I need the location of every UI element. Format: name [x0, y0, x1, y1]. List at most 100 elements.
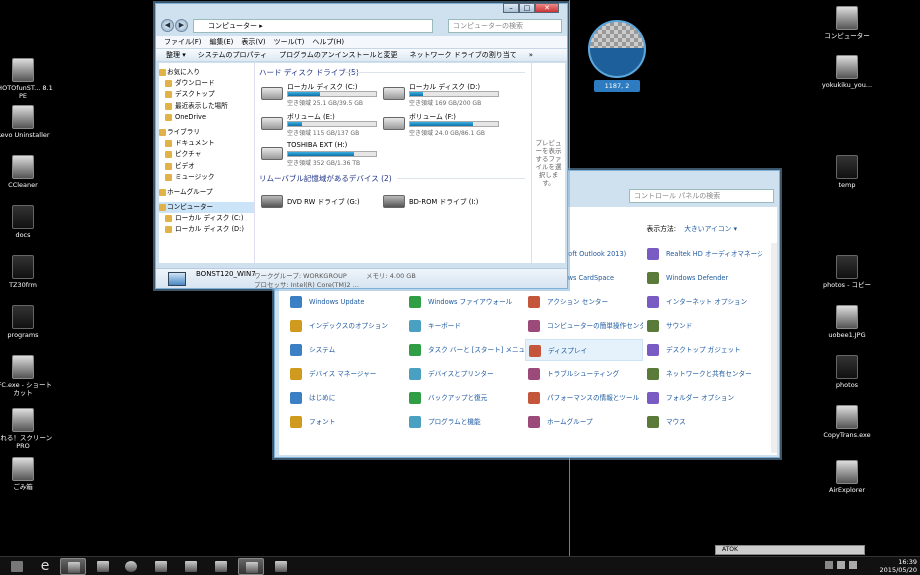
cp-item[interactable]: ホームグループ: [525, 411, 643, 433]
nav-item[interactable]: ホームグループ: [159, 187, 254, 198]
desktop-icon[interactable]: FFC.exe - ショートカット: [0, 355, 53, 397]
toolbar-button[interactable]: ネットワーク ドライブの割り当て: [410, 49, 517, 61]
toolbar-button[interactable]: 整理 ▾: [166, 49, 186, 61]
close-button[interactable]: ✕: [535, 3, 559, 13]
removable-section-header[interactable]: リムーバブル記憶域があるデバイス (2): [259, 173, 392, 184]
cp-item[interactable]: パフォーマンスの情報とツール: [525, 387, 643, 409]
cp-item[interactable]: はじめに: [287, 387, 405, 409]
desktop-icon[interactable]: temp: [817, 155, 877, 189]
desktop-icon[interactable]: photos - コピー: [817, 255, 877, 289]
start-button[interactable]: [4, 558, 30, 575]
cp-item[interactable]: システム: [287, 339, 405, 361]
forward-button[interactable]: ▶: [175, 19, 188, 32]
cp-item[interactable]: バックアップと復元: [406, 387, 524, 409]
nav-item[interactable]: ピクチャ: [159, 149, 254, 160]
app-taskbar-button[interactable]: [148, 558, 174, 575]
desktop-icon[interactable]: photos: [817, 355, 877, 389]
clock[interactable]: 16:39 2015/05/20: [880, 558, 917, 574]
desktop-icon[interactable]: CCleaner: [0, 155, 53, 189]
menu-item[interactable]: 編集(E): [210, 36, 234, 48]
nav-item[interactable]: ビデオ: [159, 161, 254, 172]
nav-item[interactable]: ダウンロード: [159, 78, 254, 89]
desktop-icon[interactable]: AirExplorer: [817, 460, 877, 494]
cp-item[interactable]: キーボード: [406, 315, 524, 337]
cp-item[interactable]: デスクトップ ガジェット: [644, 339, 762, 361]
desktop-icon[interactable]: TZ30frm: [0, 255, 53, 289]
desktop-icon[interactable]: yokukiku_you...: [817, 55, 877, 89]
cp-scrollbar[interactable]: [771, 243, 777, 453]
tray-arrow-icon[interactable]: [825, 561, 833, 569]
cp-item[interactable]: Windows Defender: [644, 267, 762, 289]
app-taskbar-button[interactable]: [118, 558, 144, 575]
cp-item[interactable]: フォント: [287, 411, 405, 433]
cp-search-input[interactable]: コントロール パネルの検索: [629, 189, 774, 203]
drive-item[interactable]: ボリューム (E:) 空き領域 115 GB/137 GB: [261, 111, 379, 137]
minimize-button[interactable]: –: [503, 3, 519, 13]
network-icon[interactable]: [837, 561, 845, 569]
toolbar-button[interactable]: システムのプロパティ: [198, 49, 267, 61]
desktop-icon[interactable]: とれる！スクリーンPRO: [0, 408, 53, 450]
nav-item[interactable]: コンピューター: [159, 202, 254, 214]
cp-item[interactable]: サウンド: [644, 315, 762, 337]
cp-item[interactable]: Realtek HD オーディオマネージャ: [644, 243, 762, 265]
cp-item[interactable]: デバイス マネージャー: [287, 363, 405, 385]
nav-item[interactable]: ローカル ディスク (C:): [159, 213, 254, 224]
cp-item[interactable]: ネットワークと共有センター: [644, 363, 762, 385]
menu-item[interactable]: ファイル(F): [164, 36, 202, 48]
media-player-taskbar-button[interactable]: [90, 558, 116, 575]
desktop-icon[interactable]: docs: [0, 205, 53, 239]
view-mode[interactable]: 表示方法: 大きいアイコン ▾: [647, 223, 737, 233]
drive-item[interactable]: TOSHIBA EXT (H:) 空き領域 352 GB/1.36 TB: [261, 141, 379, 167]
cp-item[interactable]: ディスプレイ: [525, 339, 643, 361]
ie-taskbar-button[interactable]: e: [32, 558, 58, 575]
desktop-icon[interactable]: uobee1.JPG: [817, 305, 877, 339]
menu-item[interactable]: ヘルプ(H): [312, 36, 344, 48]
desktop-icon[interactable]: コンピューター: [817, 6, 877, 40]
explorer-window[interactable]: – □ ✕ ◀ ▶ コンピューター ▸ コンピューターの検索 ファイル(F) 編集…: [155, 3, 568, 289]
nav-item[interactable]: お気に入り: [159, 67, 254, 78]
maximize-button[interactable]: □: [519, 3, 535, 13]
cp-item[interactable]: インデックスのオプション: [287, 315, 405, 337]
cp-item[interactable]: フォルダー オプション: [644, 387, 762, 409]
hdd-section-header[interactable]: ハード ディスク ドライブ (5): [259, 67, 359, 78]
cp-item[interactable]: トラブルシューティング: [525, 363, 643, 385]
address-bar[interactable]: コンピューター ▸: [193, 19, 433, 33]
desktop-icon[interactable]: ごみ箱: [0, 457, 53, 491]
cp-item[interactable]: タスク バーと [スタート] メニュー: [406, 339, 524, 361]
explorer-taskbar-button[interactable]: [60, 558, 86, 575]
removable-drive-item[interactable]: BD-ROM ドライブ (I:): [383, 189, 501, 215]
control-panel-taskbar-button[interactable]: [238, 558, 264, 575]
search-input[interactable]: コンピューターの検索: [448, 19, 562, 33]
nav-item[interactable]: ドキュメント: [159, 138, 254, 149]
menu-item[interactable]: ツール(T): [274, 36, 305, 48]
desktop-icon[interactable]: programs: [0, 305, 53, 339]
cp-item[interactable]: アクション センター: [525, 291, 643, 313]
cp-item[interactable]: プログラムと機能: [406, 411, 524, 433]
volume-icon[interactable]: [849, 561, 857, 569]
drive-item[interactable]: ローカル ディスク (D:) 空き領域 169 GB/200 GB: [383, 81, 501, 107]
desktop-icon[interactable]: CopyTrans.exe: [817, 405, 877, 439]
drive-item[interactable]: ボリューム (F:) 空き領域 24.0 GB/86.1 GB: [383, 111, 501, 137]
cp-item[interactable]: Windows ファイアウォール: [406, 291, 524, 313]
desktop-icon[interactable]: PHOTOfunST... 8.1 PE: [0, 58, 53, 100]
nav-item[interactable]: 最近表示した場所: [159, 101, 254, 112]
nav-item[interactable]: ミュージック: [159, 172, 254, 183]
drive-item[interactable]: ローカル ディスク (C:) 空き領域 25.1 GB/39.5 GB: [261, 81, 379, 107]
app-taskbar-button[interactable]: [268, 558, 294, 575]
nav-item[interactable]: OneDrive: [159, 112, 254, 123]
removable-drive-item[interactable]: DVD RW ドライブ (G:): [261, 189, 379, 215]
desktop-icon[interactable]: Revo Uninstaller: [0, 105, 53, 139]
cp-item[interactable]: インターネット オプション: [644, 291, 762, 313]
cp-item[interactable]: Windows Update: [287, 291, 405, 313]
view-value[interactable]: 大きいアイコン ▾: [684, 225, 737, 233]
menu-item[interactable]: 表示(V): [241, 36, 265, 48]
back-button[interactable]: ◀: [161, 19, 174, 32]
app-taskbar-button[interactable]: [208, 558, 234, 575]
cp-item[interactable]: デバイスとプリンター: [406, 363, 524, 385]
nav-item[interactable]: ライブラリ: [159, 127, 254, 138]
nav-item[interactable]: ローカル ディスク (D:): [159, 224, 254, 235]
toolbar-button[interactable]: プログラムのアンインストールと変更: [279, 49, 397, 61]
cp-item[interactable]: コンピューターの簡単操作センター: [525, 315, 643, 337]
app-taskbar-button[interactable]: [178, 558, 204, 575]
cp-item[interactable]: マウス: [644, 411, 762, 433]
